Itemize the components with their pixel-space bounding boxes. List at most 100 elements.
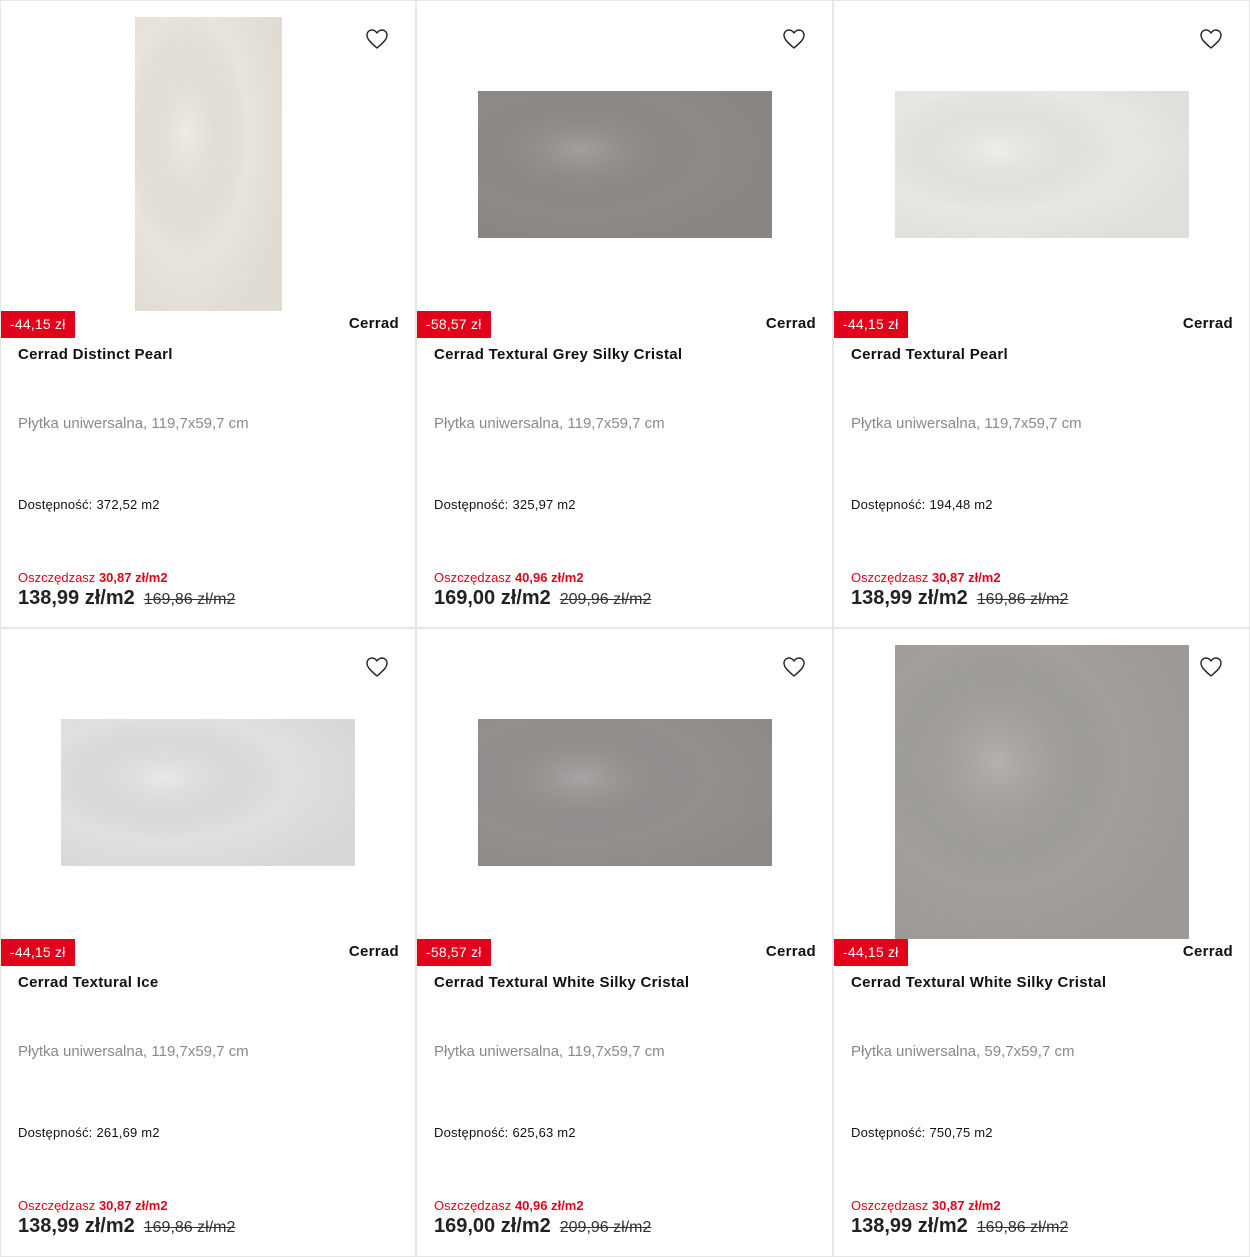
product-card[interactable]: -44,15 zł Cerrad Cerrad Textural Pearl P… [833, 0, 1250, 628]
old-price: 169,86 zł/m2 [143, 1219, 236, 1236]
product-name[interactable]: Cerrad Textural Pearl [851, 346, 1233, 363]
brand-label: Cerrad [348, 315, 399, 332]
availability-label: Dostępność: [18, 497, 93, 512]
price-row: 169,00 zł/m2 209,96 zł/m2 [434, 1215, 651, 1238]
product-name[interactable]: Cerrad Textural White Silky Cristal [434, 974, 816, 991]
brand-label: Cerrad [348, 943, 399, 960]
availability-value: 325,97 m2 [512, 497, 576, 512]
heart-icon[interactable] [365, 27, 389, 51]
current-price: 138,99 zł/m2 [851, 1215, 968, 1237]
savings: Oszczędzasz 40,96 zł/m2 [434, 1198, 584, 1213]
heart-icon[interactable] [1199, 655, 1223, 679]
price-row: 169,00 zł/m2 209,96 zł/m2 [434, 587, 651, 610]
savings: Oszczędzasz 30,87 zł/m2 [18, 1198, 168, 1213]
availability-label: Dostępność: [434, 497, 509, 512]
product-description: Płytka uniwersalna, 119,7x59,7 cm [434, 415, 665, 432]
availability-value: 194,48 m2 [929, 497, 993, 512]
product-card[interactable]: -44,15 zł Cerrad Cerrad Distinct Pearl P… [0, 0, 416, 628]
old-price: 169,86 zł/m2 [976, 591, 1069, 608]
product-card[interactable]: -58,57 zł Cerrad Cerrad Textural White S… [416, 628, 833, 1257]
old-price: 209,96 zł/m2 [559, 1219, 652, 1236]
price-row: 138,99 zł/m2 169,86 zł/m2 [18, 1215, 235, 1238]
availability-label: Dostępność: [18, 1125, 93, 1140]
savings-label: Oszczędzasz [434, 1198, 512, 1213]
product-image[interactable] [477, 90, 772, 238]
discount-badge: -44,15 zł [1, 311, 75, 338]
discount-badge: -58,57 zł [417, 939, 491, 966]
old-price: 209,96 zł/m2 [559, 591, 652, 608]
savings: Oszczędzasz 30,87 zł/m2 [851, 570, 1001, 585]
price-row: 138,99 zł/m2 169,86 zł/m2 [851, 587, 1068, 610]
product-name[interactable]: Cerrad Textural White Silky Cristal [851, 974, 1233, 991]
heart-icon[interactable] [782, 655, 806, 679]
availability: Dostępność: 194,48 m2 [851, 497, 993, 512]
product-description: Płytka uniwersalna, 119,7x59,7 cm [434, 1043, 665, 1060]
current-price: 169,00 zł/m2 [434, 1215, 551, 1237]
product-description: Płytka uniwersalna, 119,7x59,7 cm [18, 415, 249, 432]
brand-label: Cerrad [765, 943, 816, 960]
product-image-area[interactable] [834, 645, 1249, 939]
product-description: Płytka uniwersalna, 59,7x59,7 cm [851, 1043, 1075, 1060]
brand-label: Cerrad [1182, 315, 1233, 332]
savings-value: 30,87 zł/m2 [931, 570, 1001, 585]
availability: Dostępność: 261,69 m2 [18, 1125, 160, 1140]
product-card[interactable]: -44,15 zł Cerrad Cerrad Textural White S… [833, 628, 1250, 1257]
product-image-area[interactable] [1, 17, 415, 311]
availability-value: 261,69 m2 [96, 1125, 160, 1140]
product-image-area[interactable] [834, 17, 1249, 311]
discount-badge: -44,15 zł [834, 939, 908, 966]
savings: Oszczędzasz 30,87 zł/m2 [18, 570, 168, 585]
product-name[interactable]: Cerrad Distinct Pearl [18, 346, 399, 363]
availability: Dostępność: 625,63 m2 [434, 1125, 576, 1140]
product-card[interactable]: -44,15 zł Cerrad Cerrad Textural Ice Pły… [0, 628, 416, 1257]
old-price: 169,86 zł/m2 [976, 1219, 1069, 1236]
product-image-area[interactable] [417, 645, 832, 939]
product-card[interactable]: -58,57 zł Cerrad Cerrad Textural Grey Si… [416, 0, 833, 628]
savings-value: 40,96 zł/m2 [514, 570, 584, 585]
availability-label: Dostępność: [851, 1125, 926, 1140]
availability-value: 372,52 m2 [96, 497, 160, 512]
current-price: 169,00 zł/m2 [434, 587, 551, 609]
product-image[interactable] [477, 718, 772, 866]
savings-value: 40,96 zł/m2 [514, 1198, 584, 1213]
price-row: 138,99 zł/m2 169,86 zł/m2 [851, 1215, 1068, 1238]
heart-icon[interactable] [365, 655, 389, 679]
savings-value: 30,87 zł/m2 [98, 570, 168, 585]
product-image[interactable] [61, 718, 355, 866]
current-price: 138,99 zł/m2 [18, 587, 135, 609]
current-price: 138,99 zł/m2 [18, 1215, 135, 1237]
savings-label: Oszczędzasz [18, 1198, 96, 1213]
savings-label: Oszczędzasz [434, 570, 512, 585]
savings-label: Oszczędzasz [851, 570, 929, 585]
savings: Oszczędzasz 30,87 zł/m2 [851, 1198, 1001, 1213]
product-image[interactable] [134, 17, 282, 311]
savings-value: 30,87 zł/m2 [98, 1198, 168, 1213]
product-image[interactable] [894, 90, 1189, 238]
discount-badge: -44,15 zł [834, 311, 908, 338]
product-grid: -44,15 zł Cerrad Cerrad Distinct Pearl P… [0, 0, 1250, 1257]
availability-label: Dostępność: [851, 497, 926, 512]
discount-badge: -44,15 zł [1, 939, 75, 966]
heart-icon[interactable] [782, 27, 806, 51]
availability: Dostępność: 372,52 m2 [18, 497, 160, 512]
product-image-area[interactable] [417, 17, 832, 311]
old-price: 169,86 zł/m2 [143, 591, 236, 608]
product-name[interactable]: Cerrad Textural Ice [18, 974, 399, 991]
availability-label: Dostępność: [434, 1125, 509, 1140]
availability-value: 625,63 m2 [512, 1125, 576, 1140]
product-description: Płytka uniwersalna, 119,7x59,7 cm [18, 1043, 249, 1060]
current-price: 138,99 zł/m2 [851, 587, 968, 609]
product-name[interactable]: Cerrad Textural Grey Silky Cristal [434, 346, 816, 363]
heart-icon[interactable] [1199, 27, 1223, 51]
brand-label: Cerrad [1182, 943, 1233, 960]
savings-label: Oszczędzasz [851, 1198, 929, 1213]
availability: Dostępność: 750,75 m2 [851, 1125, 993, 1140]
savings-value: 30,87 zł/m2 [931, 1198, 1001, 1213]
product-image-area[interactable] [1, 645, 415, 939]
price-row: 138,99 zł/m2 169,86 zł/m2 [18, 587, 235, 610]
savings-label: Oszczędzasz [18, 570, 96, 585]
brand-label: Cerrad [765, 315, 816, 332]
product-image[interactable] [894, 645, 1189, 939]
product-description: Płytka uniwersalna, 119,7x59,7 cm [851, 415, 1082, 432]
discount-badge: -58,57 zł [417, 311, 491, 338]
